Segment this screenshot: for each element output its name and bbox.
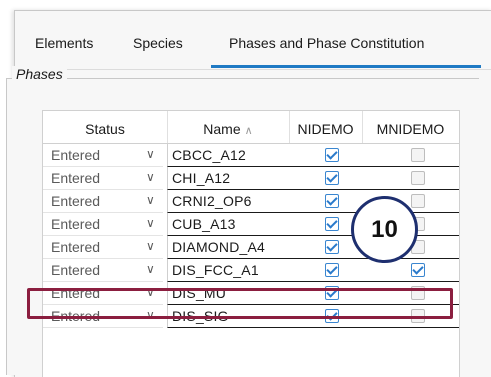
status-value: Entered [51, 147, 101, 163]
nidemo-checkbox[interactable] [325, 194, 339, 208]
phase-name: DIS_SIG [172, 308, 229, 324]
chevron-down-icon[interactable]: ∨ [146, 216, 155, 230]
nidemo-cell [289, 236, 362, 259]
phase-name: CRNI2_OP6 [172, 193, 252, 209]
mnidemo-cell [362, 259, 459, 282]
mnidemo-cell [362, 167, 459, 190]
phase-name-cell: DIS_SIG [167, 305, 290, 328]
nidemo-cell [289, 305, 362, 328]
mnidemo-cell [362, 282, 459, 305]
chevron-down-icon[interactable]: ∨ [146, 285, 155, 299]
phase-name-cell: CHI_A12 [167, 167, 290, 190]
sort-ascending-icon: ∧ [244, 125, 253, 137]
phase-name: CBCC_A12 [172, 147, 246, 163]
chevron-down-icon[interactable]: ∨ [146, 170, 155, 184]
chevron-down-icon[interactable]: ∨ [146, 262, 155, 276]
mnidemo-checkbox[interactable] [411, 263, 425, 277]
nidemo-checkbox[interactable] [325, 286, 339, 300]
nidemo-cell [289, 144, 362, 167]
mnidemo-checkbox[interactable] [411, 171, 425, 185]
table-header: Status Name ∧ NIDEMO MNIDEMO [43, 111, 459, 144]
column-header-status-label: Status [85, 121, 125, 137]
phase-name: DIS_MU [172, 285, 227, 301]
status-dropdown[interactable]: Entered ∨ [43, 259, 163, 282]
phase-name: CUB_A13 [172, 216, 236, 232]
status-dropdown[interactable]: Entered ∨ [43, 236, 163, 259]
mnidemo-checkbox[interactable] [411, 148, 425, 162]
status-value: Entered [51, 285, 101, 301]
phase-name-cell: DIS_MU [167, 282, 290, 305]
chevron-down-icon[interactable]: ∨ [146, 147, 155, 161]
column-header-mnidemo[interactable]: MNIDEMO [362, 111, 459, 143]
callout-badge: 10 [351, 196, 418, 263]
table-row[interactable]: Entered ∨ DIS_SIG [43, 305, 459, 328]
active-tab-indicator [211, 65, 481, 68]
column-header-name[interactable]: Name ∧ [167, 111, 290, 143]
nidemo-checkbox[interactable] [325, 217, 339, 231]
mnidemo-checkbox[interactable] [411, 286, 425, 300]
nidemo-checkbox[interactable] [325, 309, 339, 323]
table-row[interactable]: Entered ∨ CHI_A12 [43, 167, 459, 190]
phase-name-cell: DIAMOND_A4 [167, 236, 290, 259]
table-row[interactable]: Entered ∨ CBCC_A12 [43, 144, 459, 167]
phase-name: DIAMOND_A4 [172, 239, 266, 255]
nidemo-checkbox[interactable] [325, 171, 339, 185]
phases-group-title: Phases [12, 66, 67, 82]
column-header-status[interactable]: Status [43, 111, 168, 143]
status-dropdown[interactable]: Entered ∨ [43, 144, 163, 167]
column-header-name-label: Name [203, 121, 241, 137]
tab-bar: Elements Species Phases and Phase Consti… [15, 11, 491, 70]
table-row[interactable]: Entered ∨ DIS_MU [43, 282, 459, 305]
phase-name-cell: CRNI2_OP6 [167, 190, 290, 213]
chevron-down-icon[interactable]: ∨ [146, 308, 155, 322]
status-dropdown[interactable]: Entered ∨ [43, 167, 163, 190]
status-dropdown[interactable]: Entered ∨ [43, 305, 163, 328]
nidemo-cell [289, 259, 362, 282]
status-dropdown[interactable]: Entered ∨ [43, 282, 163, 305]
status-value: Entered [51, 308, 101, 324]
table-row[interactable]: Entered ∨ DIS_FCC_A1 [43, 259, 459, 282]
mnidemo-cell [362, 144, 459, 167]
phase-name-cell: DIS_FCC_A1 [167, 259, 290, 282]
phase-name-cell: CUB_A13 [167, 213, 290, 236]
phase-name-cell: CBCC_A12 [167, 144, 290, 167]
phase-name: DIS_FCC_A1 [172, 262, 259, 278]
status-value: Entered [51, 216, 101, 232]
nidemo-checkbox[interactable] [325, 263, 339, 277]
status-dropdown[interactable]: Entered ∨ [43, 213, 163, 236]
chevron-down-icon[interactable]: ∨ [146, 193, 155, 207]
mnidemo-cell [362, 305, 459, 328]
mnidemo-checkbox[interactable] [411, 194, 425, 208]
status-value: Entered [51, 170, 101, 186]
tab-species[interactable]: Species [133, 35, 183, 51]
status-value: Entered [51, 239, 101, 255]
nidemo-checkbox[interactable] [325, 240, 339, 254]
nidemo-cell [289, 167, 362, 190]
chevron-down-icon[interactable]: ∨ [146, 239, 155, 253]
nidemo-checkbox[interactable] [325, 148, 339, 162]
nidemo-cell [289, 190, 362, 213]
tab-phases-and-phase-constitution[interactable]: Phases and Phase Constitution [229, 35, 424, 51]
column-header-mnidemo-label: MNIDEMO [376, 121, 445, 137]
tab-elements[interactable]: Elements [35, 35, 93, 51]
column-header-nidemo[interactable]: NIDEMO [289, 111, 363, 143]
status-value: Entered [51, 193, 101, 209]
mnidemo-checkbox[interactable] [411, 309, 425, 323]
column-header-nidemo-label: NIDEMO [297, 121, 354, 137]
phase-name: CHI_A12 [172, 170, 231, 186]
nidemo-cell [289, 282, 362, 305]
status-value: Entered [51, 262, 101, 278]
status-dropdown[interactable]: Entered ∨ [43, 190, 163, 213]
